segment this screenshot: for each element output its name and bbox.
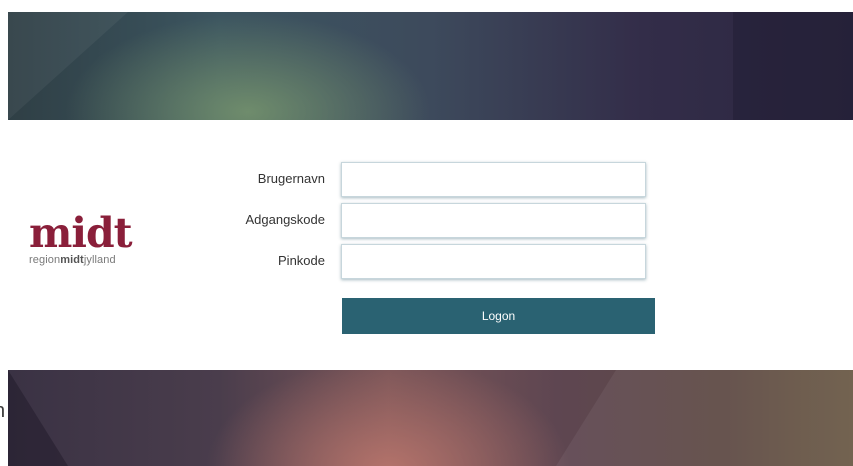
banner-shard: [733, 12, 853, 120]
region-midt-logo: midt regionmidtjylland: [29, 209, 141, 267]
banner-shard: [8, 12, 128, 120]
pin-field[interactable]: [341, 244, 646, 279]
clipped-text-fragment: n: [0, 400, 5, 423]
username-field[interactable]: [341, 162, 646, 197]
top-banner-image: [8, 12, 853, 120]
logo-sub-suffix: jylland: [83, 254, 116, 266]
logo-sub-prefix: region: [29, 254, 61, 266]
password-field[interactable]: [341, 203, 646, 238]
username-label: Brugernavn: [257, 171, 325, 186]
banner-shard: [616, 370, 853, 466]
logo-wordmark: midt: [29, 209, 133, 257]
banner-shard: [556, 370, 616, 466]
bottom-banner-image: [8, 370, 853, 466]
pin-label: Pinkode: [278, 253, 325, 268]
password-label: Adgangskode: [245, 212, 325, 227]
banner-shard: [8, 370, 68, 466]
logon-button[interactable]: Logon: [342, 298, 655, 334]
logo-sub-bold: midt: [60, 254, 84, 266]
